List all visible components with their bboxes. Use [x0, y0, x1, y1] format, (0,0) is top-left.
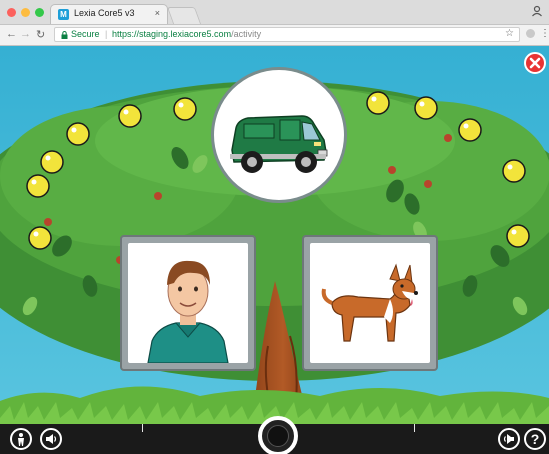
replay-speaker-icon — [503, 434, 514, 444]
speaker-icon — [46, 434, 57, 444]
choice-card-dog-picture — [310, 243, 430, 363]
reload-icon[interactable]: ↻ — [36, 28, 45, 41]
window-zoom-dot[interactable] — [35, 8, 44, 17]
green-van-image — [230, 115, 328, 173]
back-arrow-icon[interactable]: ← — [6, 28, 17, 40]
record-button[interactable] — [258, 416, 298, 454]
forward-arrow-icon[interactable]: → — [20, 28, 31, 40]
url-input[interactable]: Secure | https://staging.lexiacore5.com/… — [54, 27, 520, 42]
profile-icon[interactable] — [531, 5, 543, 17]
new-tab-button[interactable] — [166, 7, 202, 24]
game-activity-area: ? — [0, 46, 549, 454]
choice-card-man[interactable] — [120, 235, 256, 371]
tab-title: Lexia Core5 v3 — [74, 8, 135, 18]
person-icon — [18, 433, 24, 446]
url-host: https://staging.lexiacore5.com — [112, 29, 232, 39]
prompt-picture-van[interactable] — [211, 67, 347, 203]
extension-icon[interactable] — [526, 29, 535, 38]
window-minimize-dot[interactable] — [21, 8, 30, 17]
replay-audio-button[interactable] — [498, 428, 520, 450]
url-separator: | — [105, 29, 108, 39]
help-question-icon: ? — [530, 431, 540, 447]
browser-tab-bar: M Lexia Core5 v3 × — [0, 0, 549, 25]
bottom-toolbar: ? — [0, 416, 549, 454]
secure-label: Secure — [71, 29, 100, 39]
close-x-icon — [529, 57, 541, 69]
bookmark-star-icon[interactable]: ☆ — [505, 28, 514, 39]
url-text: https://staging.lexiacore5.com/activity — [112, 29, 261, 39]
window-close-dot[interactable] — [7, 8, 16, 17]
tab-close-icon[interactable]: × — [155, 8, 160, 18]
help-button[interactable]: ? — [524, 428, 546, 450]
url-path: /activity — [231, 29, 262, 39]
toolbar-divider — [414, 424, 415, 432]
toolbar-divider — [142, 424, 143, 432]
lexia-favicon-icon: M — [58, 9, 69, 20]
dog-image — [321, 263, 418, 342]
choice-card-man-picture — [128, 243, 248, 363]
browser-tab[interactable]: M Lexia Core5 v3 × — [50, 4, 168, 24]
audio-button[interactable] — [40, 428, 62, 450]
choice-card-dog[interactable] — [302, 235, 438, 371]
student-info-button[interactable] — [10, 428, 32, 450]
address-bar: ← → ↻ Secure | https://staging.lexiacore… — [0, 25, 549, 46]
lock-icon — [61, 31, 68, 39]
man-image — [147, 260, 229, 363]
browser-menu-icon[interactable]: ⋮ — [540, 28, 549, 40]
close-activity-button[interactable] — [524, 52, 546, 74]
